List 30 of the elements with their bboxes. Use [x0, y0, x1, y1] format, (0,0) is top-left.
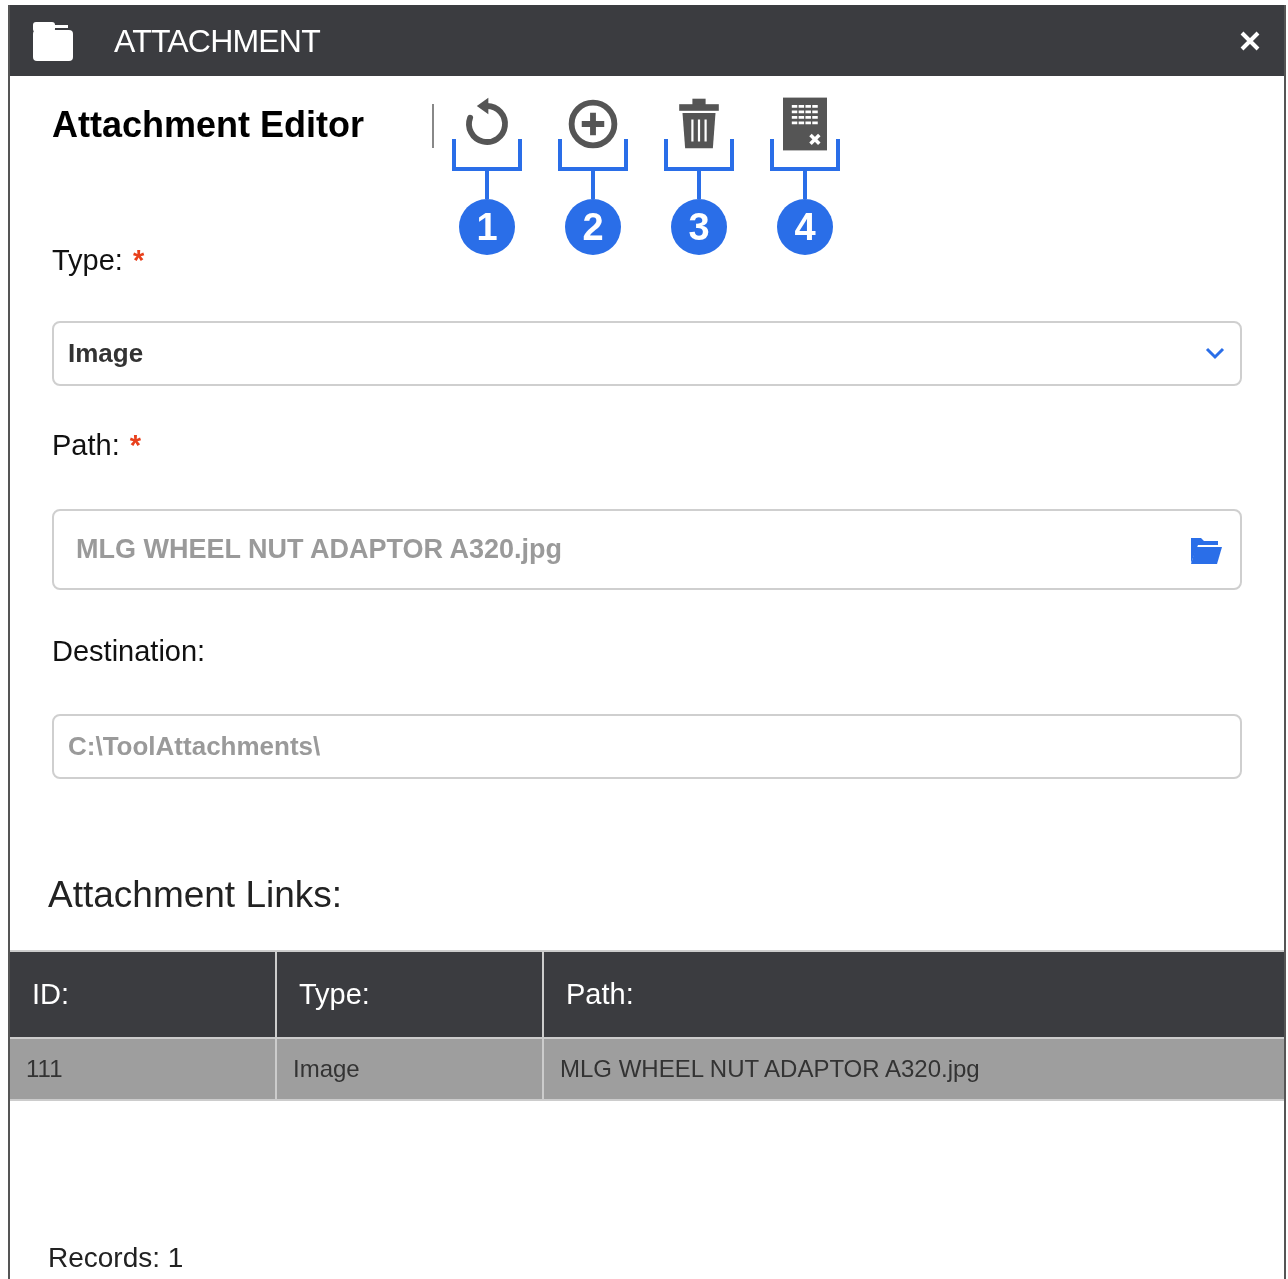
- required-mark: *: [132, 243, 145, 278]
- chevron-down-icon: [1204, 346, 1226, 360]
- callout-bracket: [452, 139, 522, 199]
- field-label: Type:: [52, 243, 123, 278]
- table-row[interactable]: 111 Image MLG WHEEL NUT ADAPTOR A320.jpg: [10, 1037, 1284, 1101]
- callout-bracket: [558, 139, 628, 199]
- callout-number: 4: [777, 199, 833, 255]
- callout-bracket: [664, 139, 734, 199]
- add-icon: [566, 97, 620, 151]
- callout-number: 1: [459, 199, 515, 255]
- spreadsheet-icon: [783, 97, 827, 151]
- type-select[interactable]: Image: [52, 320, 1242, 386]
- close-icon[interactable]: [1240, 30, 1260, 51]
- trash-icon: [677, 97, 721, 151]
- records-count: Records: 1: [48, 1241, 185, 1275]
- table-cell: Image: [277, 1039, 544, 1099]
- table-cell-text: MLG WHEEL NUT ADAPTOR A320.jpg: [559, 1054, 981, 1084]
- export-button[interactable]: [783, 95, 827, 151]
- field-label: Path:: [52, 427, 120, 463]
- folder-icon: [32, 19, 74, 62]
- callout-number: 3: [671, 199, 727, 255]
- column-header: Path:: [565, 976, 635, 1012]
- section-title: Attachment Links:: [48, 872, 344, 917]
- editor-title: Attachment Editor: [52, 103, 365, 147]
- table-cell: 111: [10, 1039, 277, 1099]
- callout-bracket: [770, 139, 840, 199]
- required-mark: *: [129, 427, 141, 463]
- field-label: Destination:: [52, 634, 206, 669]
- window-title: ATTACHMENT: [114, 21, 320, 61]
- callout-number: 2: [565, 199, 621, 255]
